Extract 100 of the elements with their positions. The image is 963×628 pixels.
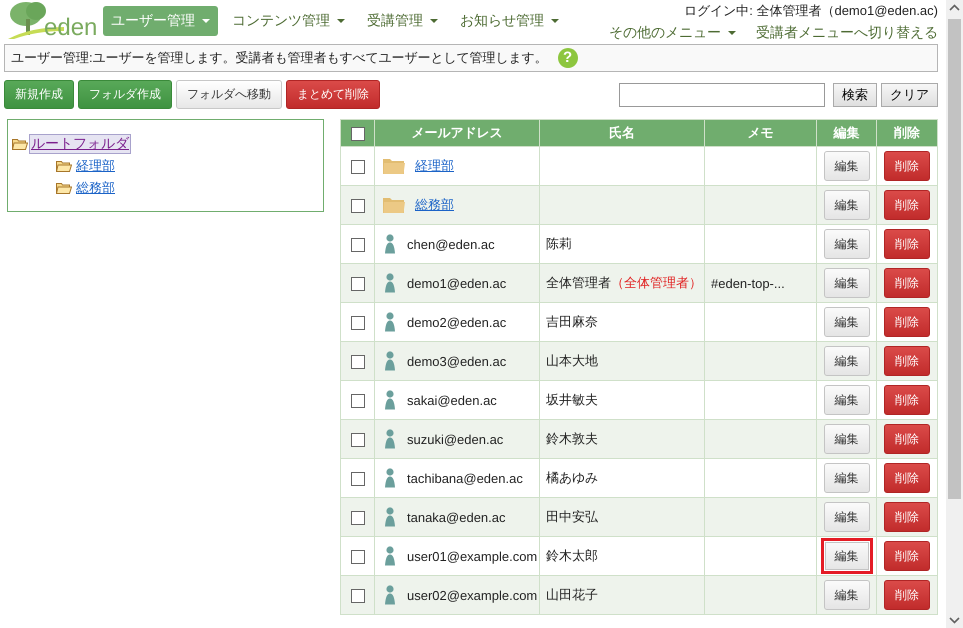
name-text: 吉田麻奈	[546, 314, 598, 329]
name-text: 鈴木太郎	[546, 548, 598, 563]
search-button[interactable]: 検索	[833, 82, 877, 106]
email-text: tanaka@eden.ac	[407, 510, 506, 524]
edit-button[interactable]: 編集	[824, 424, 870, 454]
role-label: （全体管理者）	[611, 275, 702, 290]
edit-button[interactable]: 編集	[824, 268, 870, 298]
tree-item[interactable]: ルートフォルダ	[29, 134, 131, 154]
row-checkbox[interactable]	[350, 550, 364, 564]
name-text: 坂井敏夫	[546, 392, 598, 407]
row-checkbox[interactable]	[350, 238, 364, 252]
edit-button[interactable]: 編集	[824, 229, 870, 259]
email-text: user02@example.com	[407, 588, 538, 602]
delete-button[interactable]: 削除	[884, 307, 930, 337]
switch-menu-link[interactable]: 受講者メニューへ切り替える	[756, 24, 938, 42]
delete-button[interactable]: 削除	[884, 502, 930, 532]
login-status: ログイン中: 全体管理者（demo1@eden.ac)	[684, 2, 938, 20]
edit-button[interactable]: 編集	[824, 346, 870, 376]
column-header: 削除	[876, 120, 938, 146]
delete-button[interactable]: 削除	[884, 151, 930, 181]
clear-button[interactable]: クリア	[881, 82, 938, 106]
person-icon	[383, 234, 397, 254]
folder-icon	[383, 197, 405, 213]
row-checkbox[interactable]	[350, 160, 364, 174]
row-checkbox[interactable]	[350, 394, 364, 408]
edit-button[interactable]: 編集	[824, 502, 870, 532]
row-checkbox[interactable]	[350, 510, 364, 525]
other-menu[interactable]: その他のメニュー	[609, 24, 736, 42]
delete-button[interactable]: 削除	[884, 229, 930, 259]
row-checkbox[interactable]	[350, 432, 364, 447]
name-text: 鈴木敦夫	[546, 431, 598, 446]
edit-button[interactable]: 編集	[824, 385, 870, 415]
folder-icon	[56, 160, 72, 172]
nav-menu-item[interactable]: 受講管理	[359, 6, 446, 36]
email-text: demo1@eden.ac	[407, 276, 506, 290]
delete-button[interactable]: 削除	[884, 268, 930, 298]
person-icon	[383, 312, 397, 332]
column-header: 編集	[816, 120, 876, 146]
name-text: 山本大地	[546, 353, 598, 368]
edit-button[interactable]: 編集	[820, 538, 872, 574]
row-checkbox[interactable]	[350, 354, 364, 369]
nav-menu-item[interactable]: お知らせ管理	[452, 6, 567, 36]
person-icon	[383, 429, 397, 449]
email-text: chen@eden.ac	[407, 236, 495, 252]
delete-button[interactable]: 削除	[884, 580, 930, 610]
caret-icon	[551, 19, 559, 23]
column-header: 氏名	[540, 120, 704, 146]
folder-link[interactable]: 経理部	[415, 157, 454, 175]
row-checkbox[interactable]	[350, 276, 364, 291]
folder-icon	[56, 182, 72, 194]
delete-button[interactable]: 削除	[884, 385, 930, 415]
tree-item[interactable]: 総務部	[76, 179, 115, 197]
person-icon	[383, 273, 397, 293]
caret-icon	[430, 19, 438, 23]
person-icon	[383, 585, 397, 605]
email-text: demo3@eden.ac	[407, 354, 506, 368]
name-text: 全体管理者	[546, 275, 611, 290]
action-button[interactable]: 新規作成	[4, 80, 74, 109]
action-button[interactable]: まとめて削除	[286, 80, 380, 109]
search-field[interactable]	[619, 82, 825, 106]
folder-icon	[12, 138, 28, 150]
delete-button[interactable]: 削除	[884, 424, 930, 454]
name-text: 陈莉	[546, 236, 572, 251]
folder-link[interactable]: 総務部	[415, 196, 454, 214]
scrollbar[interactable]	[946, 0, 963, 628]
folder-icon	[383, 158, 405, 174]
nav-menu-item[interactable]: コンテンツ管理	[224, 6, 353, 36]
delete-button[interactable]: 削除	[884, 190, 930, 220]
caret-icon	[202, 19, 210, 23]
delete-button[interactable]: 削除	[884, 346, 930, 376]
column-header: メールアドレス	[374, 120, 540, 146]
person-icon	[383, 507, 397, 527]
edit-button[interactable]: 編集	[824, 307, 870, 337]
scrollbar-thumb[interactable]	[948, 19, 961, 499]
email-text: sakai@eden.ac	[407, 392, 497, 408]
edit-button[interactable]: 編集	[824, 463, 870, 493]
action-button[interactable]: フォルダへ移動	[176, 80, 282, 109]
edit-button[interactable]: 編集	[824, 151, 870, 181]
edit-button[interactable]: 編集	[824, 190, 870, 220]
edit-button[interactable]: 編集	[824, 580, 870, 610]
person-icon	[383, 351, 397, 371]
caret-icon	[728, 31, 736, 35]
person-icon	[383, 468, 397, 488]
email-text: demo2@eden.ac	[407, 314, 506, 330]
email-text: suzuki@eden.ac	[407, 432, 504, 446]
action-button[interactable]: フォルダ作成	[78, 80, 172, 109]
person-icon	[383, 390, 397, 410]
column-header: メモ	[704, 120, 816, 146]
row-checkbox[interactable]	[350, 588, 364, 603]
row-checkbox[interactable]	[350, 198, 364, 213]
info-text: ユーザー管理:ユーザーを管理します。受講者も管理者もすべてユーザーとして管理します。	[11, 49, 548, 67]
row-checkbox[interactable]	[350, 472, 364, 486]
logo-text: eden	[44, 14, 98, 42]
memo-text: #eden-top-...	[711, 276, 785, 290]
delete-button[interactable]: 削除	[884, 463, 930, 493]
row-checkbox[interactable]	[350, 316, 364, 330]
tree-item[interactable]: 経理部	[76, 157, 115, 175]
delete-button[interactable]: 削除	[884, 541, 930, 571]
select-all-checkbox[interactable]	[350, 126, 364, 141]
name-text: 橘あゆみ	[546, 470, 598, 485]
